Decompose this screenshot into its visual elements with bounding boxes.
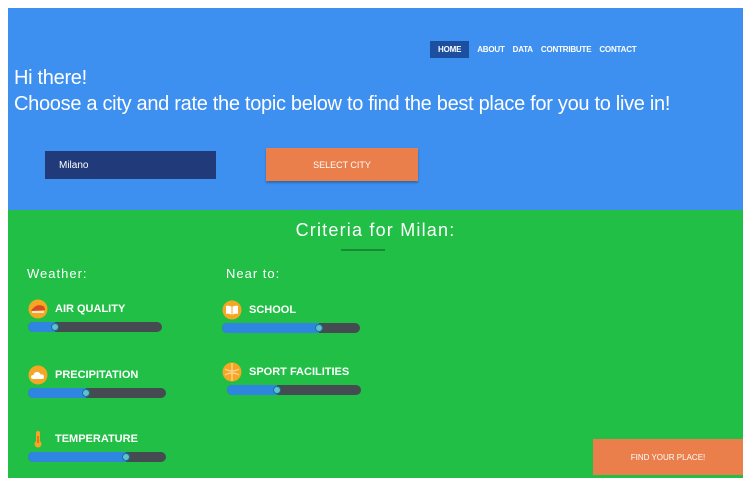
find-your-place-button[interactable]: FIND YOUR PLACE! — [593, 439, 743, 475]
app-frame: HOME ABOUT DATA CONTRIBUTE CONTACT Hi th… — [8, 8, 743, 478]
slider-fill — [222, 323, 319, 333]
nav-data[interactable]: DATA — [509, 41, 537, 58]
nav-about[interactable]: ABOUT — [473, 41, 508, 58]
slider-fill — [227, 385, 277, 395]
weather-heading: Weather: — [27, 266, 88, 281]
criterion-label: AIR QUALITY — [55, 303, 126, 315]
criterion-school: SCHOOL — [222, 300, 360, 333]
slider-thumb[interactable] — [121, 453, 130, 461]
school-slider[interactable] — [222, 323, 360, 333]
slider-fill — [28, 452, 126, 462]
criterion-label: SPORT FACILITIES — [249, 366, 350, 378]
title-divider — [341, 249, 385, 251]
nav-contribute[interactable]: CONTRIBUTE — [537, 41, 595, 58]
near-to-heading: Near to: — [226, 266, 281, 281]
city-input[interactable] — [45, 151, 216, 179]
criterion-sport-facilities: SPORT FACILITIES — [222, 362, 361, 395]
hero-instructions: Choose a city and rate the topic below t… — [14, 93, 671, 115]
criterion-air-quality: AIR QUALITY — [28, 299, 162, 332]
slider-fill — [28, 388, 86, 398]
criterion-label: SCHOOL — [249, 304, 297, 316]
air-quality-slider[interactable] — [28, 322, 162, 332]
thermometer-icon — [28, 429, 48, 449]
slider-thumb[interactable] — [81, 389, 90, 397]
sport-facilities-slider[interactable] — [227, 385, 361, 395]
air-quality-icon — [28, 299, 48, 319]
nav-contact[interactable]: CONTACT — [595, 41, 640, 58]
hero-greeting: Hi there! — [14, 67, 87, 89]
criteria-title: Criteria for Milan: — [295, 220, 456, 240]
temperature-slider[interactable] — [28, 452, 166, 462]
book-icon — [222, 300, 242, 320]
criterion-label: TEMPERATURE — [55, 433, 138, 445]
ball-icon — [222, 362, 242, 382]
cloud-icon — [28, 365, 48, 385]
criterion-temperature: TEMPERATURE — [28, 429, 166, 462]
hero-section: HOME ABOUT DATA CONTRIBUTE CONTACT Hi th… — [8, 8, 743, 210]
nav-home[interactable]: HOME — [430, 41, 470, 58]
hero-heading: Hi there! Choose a city and rate the top… — [14, 65, 670, 117]
criterion-precipitation: PRECIPITATION — [28, 365, 166, 398]
slider-thumb[interactable] — [272, 386, 281, 394]
select-city-button[interactable]: SELECT CITY — [266, 148, 418, 181]
slider-thumb[interactable] — [50, 323, 59, 331]
precipitation-slider[interactable] — [28, 388, 166, 398]
criteria-section: Criteria for Milan: Weather: Near to: AI… — [8, 210, 743, 478]
top-nav: HOME ABOUT DATA CONTRIBUTE CONTACT — [430, 41, 640, 58]
slider-thumb[interactable] — [314, 324, 323, 332]
criterion-label: PRECIPITATION — [55, 369, 139, 381]
